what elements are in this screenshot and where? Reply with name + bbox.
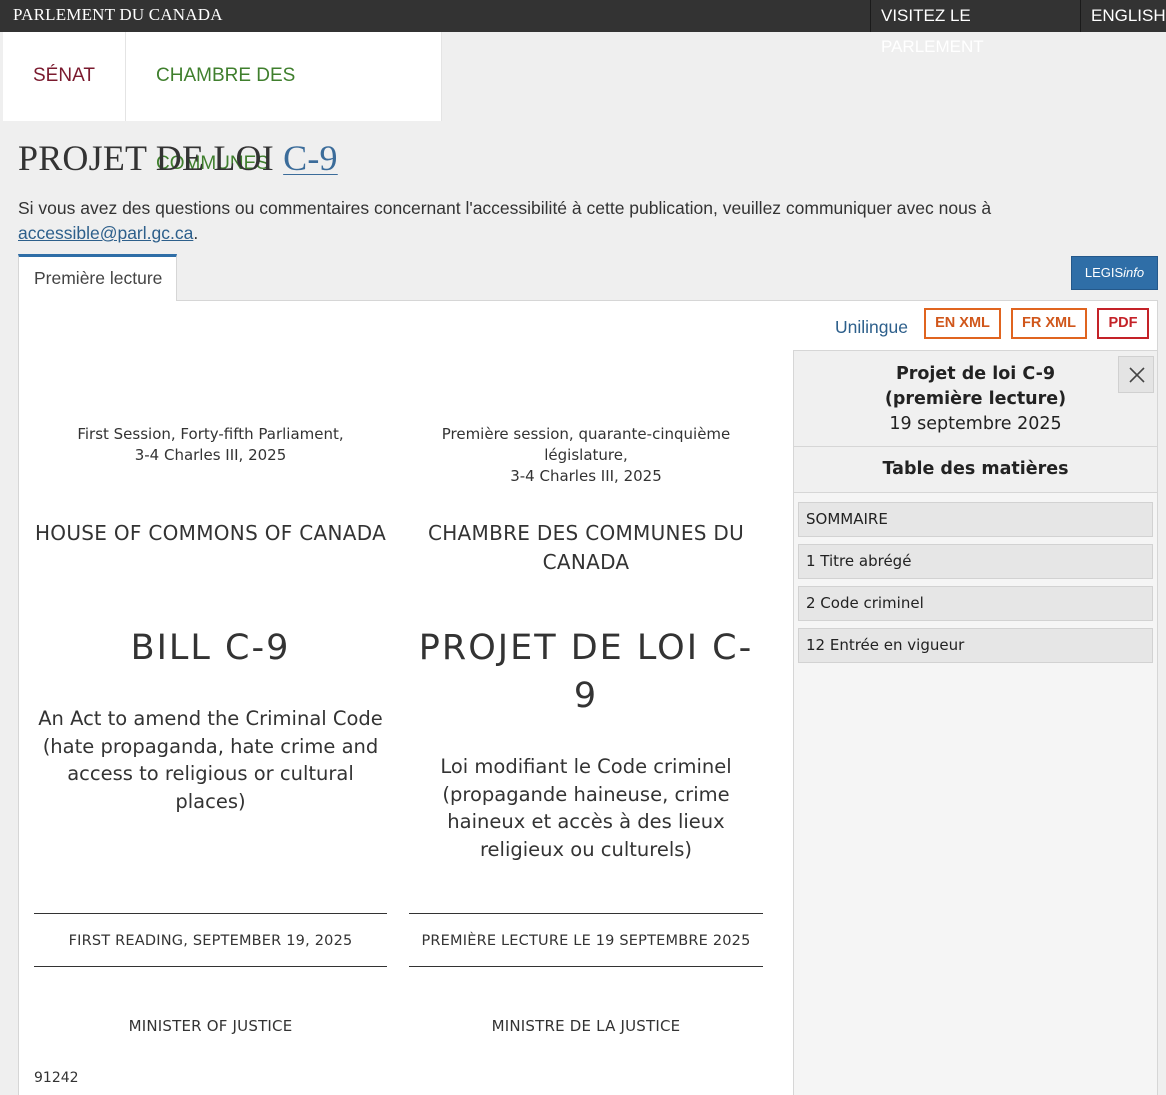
visit-parliament-link[interactable]: VISITEZ LE PARLEMENT — [870, 0, 1080, 56]
en-first-reading: FIRST READING, SEPTEMBER 19, 2025 — [34, 913, 387, 967]
en-session: First Session, Forty-fifth Parliament, 3… — [34, 424, 387, 466]
accessibility-notice: Si vous avez des questions ou commentair… — [18, 196, 1118, 246]
fr-bill-title: Loi modifiant le Code criminel (propagan… — [440, 755, 732, 861]
en-session-line1: First Session, Forty-fifth Parliament, — [77, 425, 344, 443]
accessibility-suffix: . — [193, 223, 199, 243]
toc-date: 19 septembre 2025 — [889, 414, 1062, 434]
tab-first-reading[interactable]: Première lecture — [18, 254, 177, 301]
en-bill-title: An Act to amend the Criminal Code (hate … — [38, 707, 383, 813]
accessibility-email-link[interactable]: accessible@parl.gc.ca — [18, 223, 193, 243]
page-title: PROJET DE LOI C-9 — [18, 137, 338, 179]
bill-code: 91242 — [34, 1070, 79, 1086]
en-xml-button[interactable]: EN XML — [924, 308, 1001, 339]
parliament-brand[interactable]: PARLEMENT DU CANADA — [13, 5, 223, 25]
fr-xml-button[interactable]: FR XML — [1011, 308, 1087, 339]
toc-list: SOMMAIRE 1 Titre abrégé 2 Code criminel … — [798, 502, 1153, 670]
en-minister: MINISTER OF JUSTICE — [128, 1017, 293, 1035]
legisinfo-prefix: LEGIS — [1084, 265, 1124, 280]
en-house-name: HOUSE OF COMMONS OF CANADA — [34, 521, 387, 545]
senate-link[interactable]: SÉNAT — [3, 32, 126, 121]
close-icon — [1129, 367, 1145, 383]
fr-first-reading: PREMIÈRE LECTURE LE 19 SEPTEMBRE 2025 — [409, 913, 763, 967]
language-toggle-link[interactable]: ENGLISH — [1080, 0, 1166, 32]
toc-title: Table des matières — [794, 447, 1157, 493]
fr-session-line2: 3-4 Charles III, 2025 — [510, 467, 662, 485]
fr-session-line1: Première session, quarante-cinquième lég… — [441, 425, 731, 464]
toc-item-criminal-code[interactable]: 2 Code criminel — [798, 586, 1153, 621]
fr-minister: MINISTRE DE LA JUSTICE — [491, 1017, 681, 1035]
fr-bill-number: PROJET DE LOI C-9 — [418, 628, 754, 716]
toc-item-short-title[interactable]: 1 Titre abrégé — [798, 544, 1153, 579]
unilingual-link[interactable]: Unilingue — [835, 317, 908, 338]
pdf-button[interactable]: PDF — [1097, 308, 1149, 339]
page-title-prefix: PROJET DE LOI — [18, 138, 274, 178]
fr-house-name: CHAMBRE DES COMMUNES DU CANADA — [427, 521, 745, 574]
toc-close-button[interactable] — [1118, 356, 1154, 393]
toc-bill-name: Projet de loi C-9 — [895, 364, 1056, 384]
legisinfo-suffix: info — [1123, 265, 1145, 280]
fr-session: Première session, quarante-cinquième lég… — [409, 424, 763, 487]
toc-item-summary[interactable]: SOMMAIRE — [798, 502, 1153, 537]
toc-header: Projet de loi C-9 (première lecture) 19 … — [794, 351, 1157, 447]
toc-item-coming-into-force[interactable]: 12 Entrée en vigueur — [798, 628, 1153, 663]
en-bill-number: BILL C-9 — [130, 628, 291, 668]
legisinfo-button[interactable]: LEGISinfo — [1071, 256, 1158, 290]
top-bar: PARLEMENT DU CANADA VISITEZ LE PARLEMENT… — [0, 0, 1166, 56]
en-session-line2: 3-4 Charles III, 2025 — [134, 446, 287, 464]
bill-number-link[interactable]: C-9 — [283, 138, 338, 178]
chamber-nav: SÉNAT CHAMBRE DES COMMUNES — [3, 32, 442, 174]
toc-reading-stage: (première lecture) — [884, 389, 1067, 409]
toc-sidebar: Projet de loi C-9 (première lecture) 19 … — [793, 350, 1157, 1095]
accessibility-text: Si vous avez des questions ou commentair… — [18, 198, 992, 218]
house-of-commons-link[interactable]: CHAMBRE DES COMMUNES — [126, 32, 442, 174]
